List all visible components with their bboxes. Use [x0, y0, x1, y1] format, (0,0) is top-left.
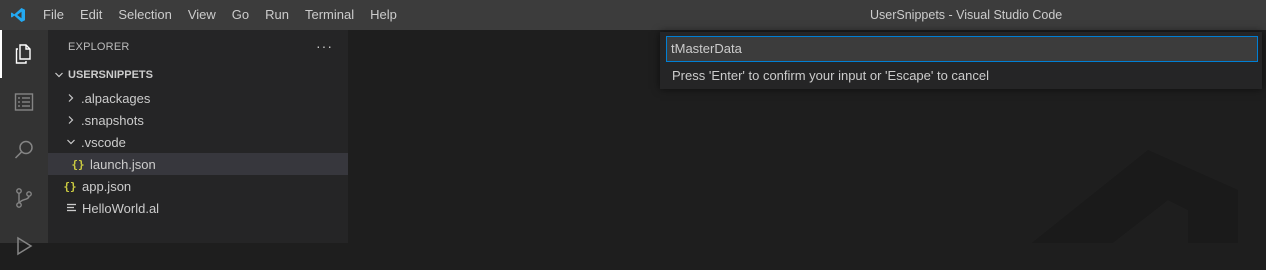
sidebar-title: EXPLORER	[68, 41, 130, 53]
run-icon[interactable]	[0, 222, 48, 270]
explorer-sidebar: EXPLORER ··· USERSNIPPETS .alpackages .s…	[48, 30, 348, 243]
menu-file[interactable]: File	[35, 0, 72, 30]
menu-edit[interactable]: Edit	[72, 0, 110, 30]
tree-item-label: app.json	[82, 178, 132, 194]
vscode-watermark-icon	[1031, 150, 1238, 243]
quick-input-field[interactable]: tMasterData	[666, 36, 1258, 62]
chevron-right-icon	[64, 115, 78, 125]
outline-icon[interactable]	[0, 78, 48, 126]
menu-go[interactable]: Go	[224, 0, 257, 30]
explorer-icon[interactable]	[0, 30, 48, 78]
tree-item-app-json[interactable]: {} app.json	[48, 175, 348, 197]
tree-item-launch-json[interactable]: {} launch.json	[48, 153, 348, 175]
search-icon[interactable]	[0, 126, 48, 174]
source-control-icon[interactable]	[0, 174, 48, 222]
text-file-icon	[63, 202, 81, 214]
workspace-folder-header[interactable]: USERSNIPPETS	[48, 64, 348, 86]
title-bar: File Edit Selection View Go Run Terminal…	[0, 0, 1266, 30]
chevron-down-icon	[52, 70, 66, 80]
quick-input-widget: tMasterData Press 'Enter' to confirm you…	[660, 32, 1262, 89]
tree-item-snapshots[interactable]: .snapshots	[48, 109, 348, 131]
tree-item-helloworld-al[interactable]: HelloWorld.al	[48, 197, 348, 219]
tree-item-alpackages[interactable]: .alpackages	[48, 87, 348, 109]
chevron-down-icon	[64, 137, 78, 147]
vscode-logo-icon[interactable]	[0, 0, 35, 30]
window-title: UserSnippets - Visual Studio Code	[870, 8, 1063, 22]
workspace-folder-label: USERSNIPPETS	[68, 69, 153, 81]
menu-help[interactable]: Help	[362, 0, 405, 30]
menu-bar: File Edit Selection View Go Run Terminal…	[35, 0, 405, 30]
json-file-icon: {}	[63, 179, 77, 193]
tree-item-label: .alpackages	[81, 90, 151, 106]
tree-item-label: .snapshots	[81, 112, 144, 128]
json-file-icon: {}	[71, 157, 85, 171]
tree-item-label: .vscode	[81, 134, 126, 150]
menu-terminal[interactable]: Terminal	[297, 0, 362, 30]
activity-bar	[0, 30, 48, 256]
tree-item-label: HelloWorld.al	[82, 200, 160, 216]
chevron-right-icon	[64, 93, 78, 103]
quick-input-message: Press 'Enter' to confirm your input or '…	[672, 68, 990, 83]
tree-item-label: launch.json	[90, 156, 156, 172]
more-actions-icon[interactable]: ···	[316, 30, 333, 65]
menu-view[interactable]: View	[180, 0, 224, 30]
tree-item-vscode[interactable]: .vscode	[48, 131, 348, 153]
menu-run[interactable]: Run	[257, 0, 297, 30]
menu-selection[interactable]: Selection	[110, 0, 179, 30]
